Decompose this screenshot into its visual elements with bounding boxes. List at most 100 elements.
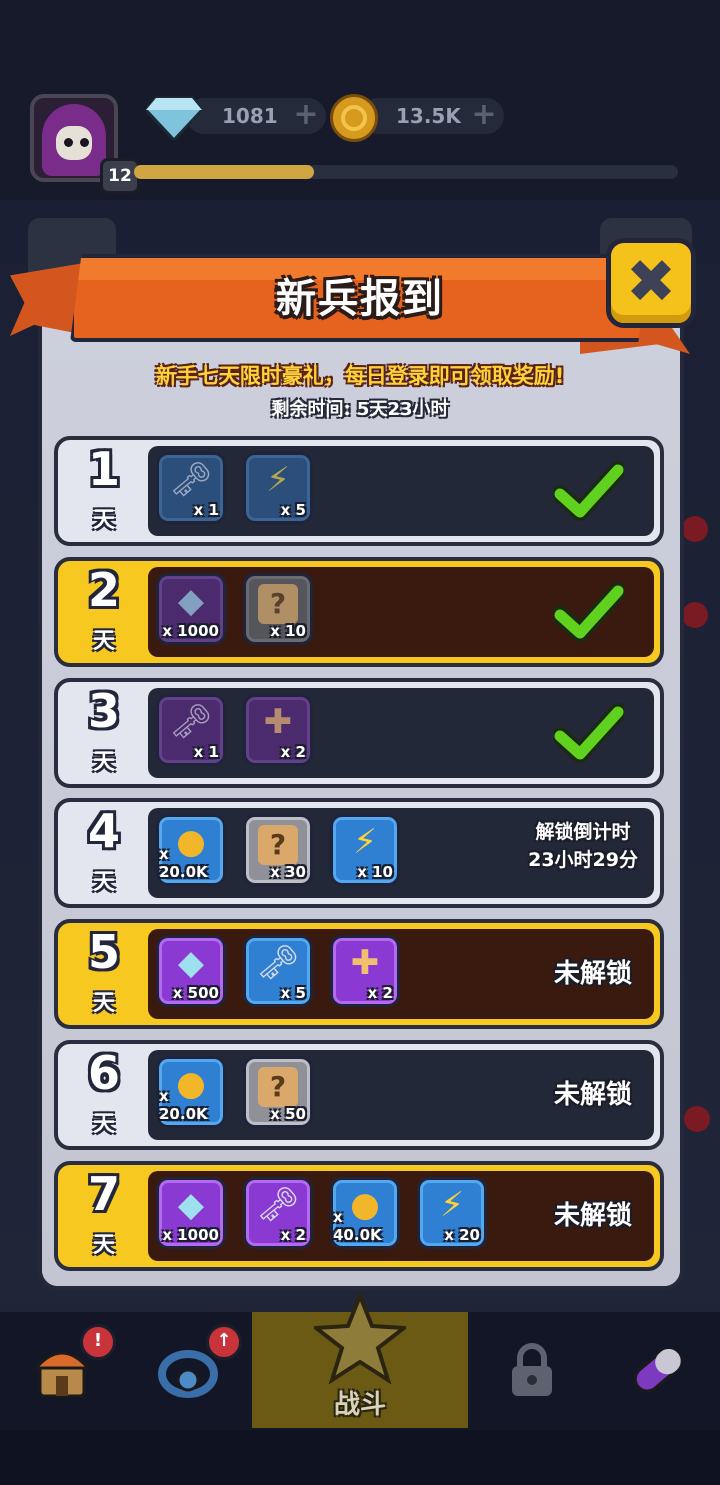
day-label: 天 bbox=[92, 1233, 115, 1258]
reward-item[interactable]: 🗝 x 5 bbox=[243, 935, 313, 1007]
reward-panel: ◆ x 1000 🗝 x 2 ● x 40.0K ⚡ x 20 未解锁 bbox=[148, 1171, 654, 1261]
gems-counter: 1081 + bbox=[186, 98, 326, 134]
skull-eye bbox=[80, 138, 89, 147]
countdown-label: 解锁倒计时 bbox=[535, 821, 631, 843]
day-reward-row[interactable]: 1 天 🗝 x 1 ⚡ x 5 bbox=[54, 436, 664, 546]
reward-item[interactable]: ◆ x 500 bbox=[156, 935, 226, 1007]
reward-quantity: x 2 bbox=[367, 984, 393, 1002]
locked-status: 未解锁 bbox=[553, 1201, 632, 1231]
reward-item[interactable]: ⚡ x 10 bbox=[330, 814, 400, 886]
day-reward-row[interactable]: 4 天 ● x 20.0K? x 30 ⚡ x 10 解锁倒计时 23小时29分 bbox=[54, 798, 664, 908]
locked-status: 未解锁 bbox=[553, 1080, 632, 1110]
skull-eye bbox=[64, 138, 73, 147]
cross-scroll-icon: ✚ bbox=[350, 943, 380, 983]
day-label: 天 bbox=[92, 991, 115, 1016]
reward-quantity: x 500 bbox=[172, 984, 219, 1002]
diamond-icon: ◆ bbox=[177, 943, 205, 983]
reward-quantity: x 20 bbox=[444, 1226, 480, 1244]
reward-panel: ◆ x 1000? x 10 bbox=[148, 567, 654, 657]
reward-panel: 🗝 x 1 ⚡ x 5 bbox=[148, 446, 654, 536]
reward-panel: ◆ x 500 🗝 x 5 ✚ x 2 未解锁 bbox=[148, 929, 654, 1019]
reward-quantity: x 2 bbox=[280, 1226, 306, 1244]
add-gold-button[interactable]: + bbox=[470, 100, 498, 132]
reward-item[interactable]: ● x 20.0K bbox=[156, 814, 226, 886]
lightning-icon: ⚡ bbox=[266, 460, 290, 500]
reward-quantity: x 1 bbox=[193, 501, 219, 519]
day-number: 7 bbox=[87, 1167, 120, 1221]
xp-bar-fill bbox=[134, 165, 314, 179]
day-reward-row[interactable]: 6 天 ● x 20.0K? x 50 未解锁 bbox=[54, 1040, 664, 1150]
reward-item[interactable]: 🗝 x 2 bbox=[243, 1177, 313, 1249]
battle-label: 战斗 bbox=[333, 1390, 386, 1420]
lightning-icon: ⚡ bbox=[440, 1185, 464, 1225]
day-reward-row[interactable]: 2 天 ◆ x 1000? x 10 bbox=[54, 557, 664, 667]
day-reward-row[interactable]: 5 天 ◆ x 500 🗝 x 5 ✚ x 2 未解锁 bbox=[54, 919, 664, 1029]
day-label: 天 bbox=[92, 750, 115, 775]
reward-quantity: x 10 bbox=[357, 863, 393, 881]
day-reward-row[interactable]: 3 天 🗝 x 1 ✚ x 2 bbox=[54, 678, 664, 788]
diamond-icon: ◆ bbox=[177, 1185, 205, 1225]
reward-item[interactable]: ● x 40.0K bbox=[330, 1177, 400, 1249]
day-reward-row[interactable]: 7 天 ◆ x 1000 🗝 x 2 ● x 40.0K ⚡ x 20 未解锁 bbox=[54, 1161, 664, 1271]
reward-item[interactable]: ? x 10 bbox=[243, 573, 313, 645]
notification-dot bbox=[684, 1106, 710, 1132]
reward-item[interactable]: 🗝 x 1 bbox=[156, 694, 226, 766]
locked-status: 未解锁 bbox=[553, 959, 632, 989]
cross-scroll-icon: ✚ bbox=[263, 702, 293, 742]
gold-coin-icon bbox=[330, 94, 378, 142]
star-icon bbox=[314, 1292, 406, 1384]
notification-dot bbox=[682, 602, 708, 628]
reward-item[interactable]: ◆ x 1000 bbox=[156, 1177, 226, 1249]
day-label: 天 bbox=[92, 629, 115, 654]
gold-counter: 13.5K + bbox=[360, 98, 504, 134]
reward-quantity: x 1000 bbox=[162, 1226, 219, 1244]
reward-quantity: x 2 bbox=[280, 743, 306, 761]
nav-battle[interactable]: 战斗 bbox=[252, 1292, 468, 1428]
key-icon: 🗝 bbox=[256, 1185, 300, 1225]
diamond-icon: ◆ bbox=[177, 581, 205, 621]
reward-item[interactable]: ⚡ x 20 bbox=[417, 1177, 487, 1249]
nav-locked[interactable] bbox=[470, 1312, 594, 1430]
mystery-box-icon: ? bbox=[258, 1067, 298, 1107]
player-level-badge: 12 bbox=[100, 158, 140, 194]
countdown-value: 23小时29分 bbox=[528, 849, 638, 871]
checkmark-icon bbox=[554, 461, 624, 521]
reward-quantity: x 20.0K bbox=[159, 1087, 208, 1123]
reward-item[interactable]: ✚ x 2 bbox=[330, 935, 400, 1007]
reward-quantity: x 5 bbox=[280, 501, 306, 519]
add-gems-button[interactable]: + bbox=[292, 100, 320, 132]
close-button[interactable]: ✖ bbox=[606, 238, 696, 328]
reward-item[interactable]: 🗝 x 1 bbox=[156, 452, 226, 524]
mystery-box-icon: ? bbox=[258, 825, 298, 865]
reward-quantity: x 30 bbox=[270, 863, 306, 881]
reward-panel: ● x 20.0K? x 50 未解锁 bbox=[148, 1050, 654, 1140]
reward-item[interactable]: ⚡ x 5 bbox=[243, 452, 313, 524]
reward-item[interactable]: ◆ x 1000 bbox=[156, 573, 226, 645]
day-label: 天 bbox=[92, 870, 115, 895]
notification-dot bbox=[682, 516, 708, 542]
day-number: 4 bbox=[87, 804, 120, 858]
nav-skills[interactable] bbox=[596, 1312, 720, 1430]
day-number: 3 bbox=[87, 684, 120, 738]
reward-quantity: x 40.0K bbox=[333, 1208, 382, 1244]
reward-item[interactable]: ? x 50 bbox=[243, 1056, 313, 1128]
reward-panel: 🗝 x 1 ✚ x 2 bbox=[148, 688, 654, 778]
dialog-subtitle: 新手七天限时豪礼，每日登录即可领取奖励! bbox=[155, 364, 565, 388]
reward-quantity: x 1000 bbox=[162, 622, 219, 640]
lock-icon bbox=[512, 1343, 552, 1396]
close-icon: ✖ bbox=[625, 247, 677, 317]
key-icon: 🗝 bbox=[256, 943, 300, 983]
day-label: 天 bbox=[92, 1112, 115, 1137]
upgrade-badge: ↑ bbox=[206, 1324, 242, 1360]
reward-quantity: x 5 bbox=[280, 984, 306, 1002]
capsule-icon bbox=[633, 1347, 683, 1393]
reward-item[interactable]: ✚ x 2 bbox=[243, 694, 313, 766]
reward-quantity: x 20.0K bbox=[159, 845, 208, 881]
reward-panel: ● x 20.0K? x 30 ⚡ x 10 解锁倒计时 23小时29分 bbox=[148, 808, 654, 898]
reward-item[interactable]: ● x 20.0K bbox=[156, 1056, 226, 1128]
reward-item[interactable]: ? x 30 bbox=[243, 814, 313, 886]
mystery-box-icon: ? bbox=[258, 584, 298, 624]
checkmark-icon bbox=[554, 582, 624, 642]
key-icon: 🗝 bbox=[169, 460, 213, 500]
key-icon: 🗝 bbox=[169, 702, 213, 742]
